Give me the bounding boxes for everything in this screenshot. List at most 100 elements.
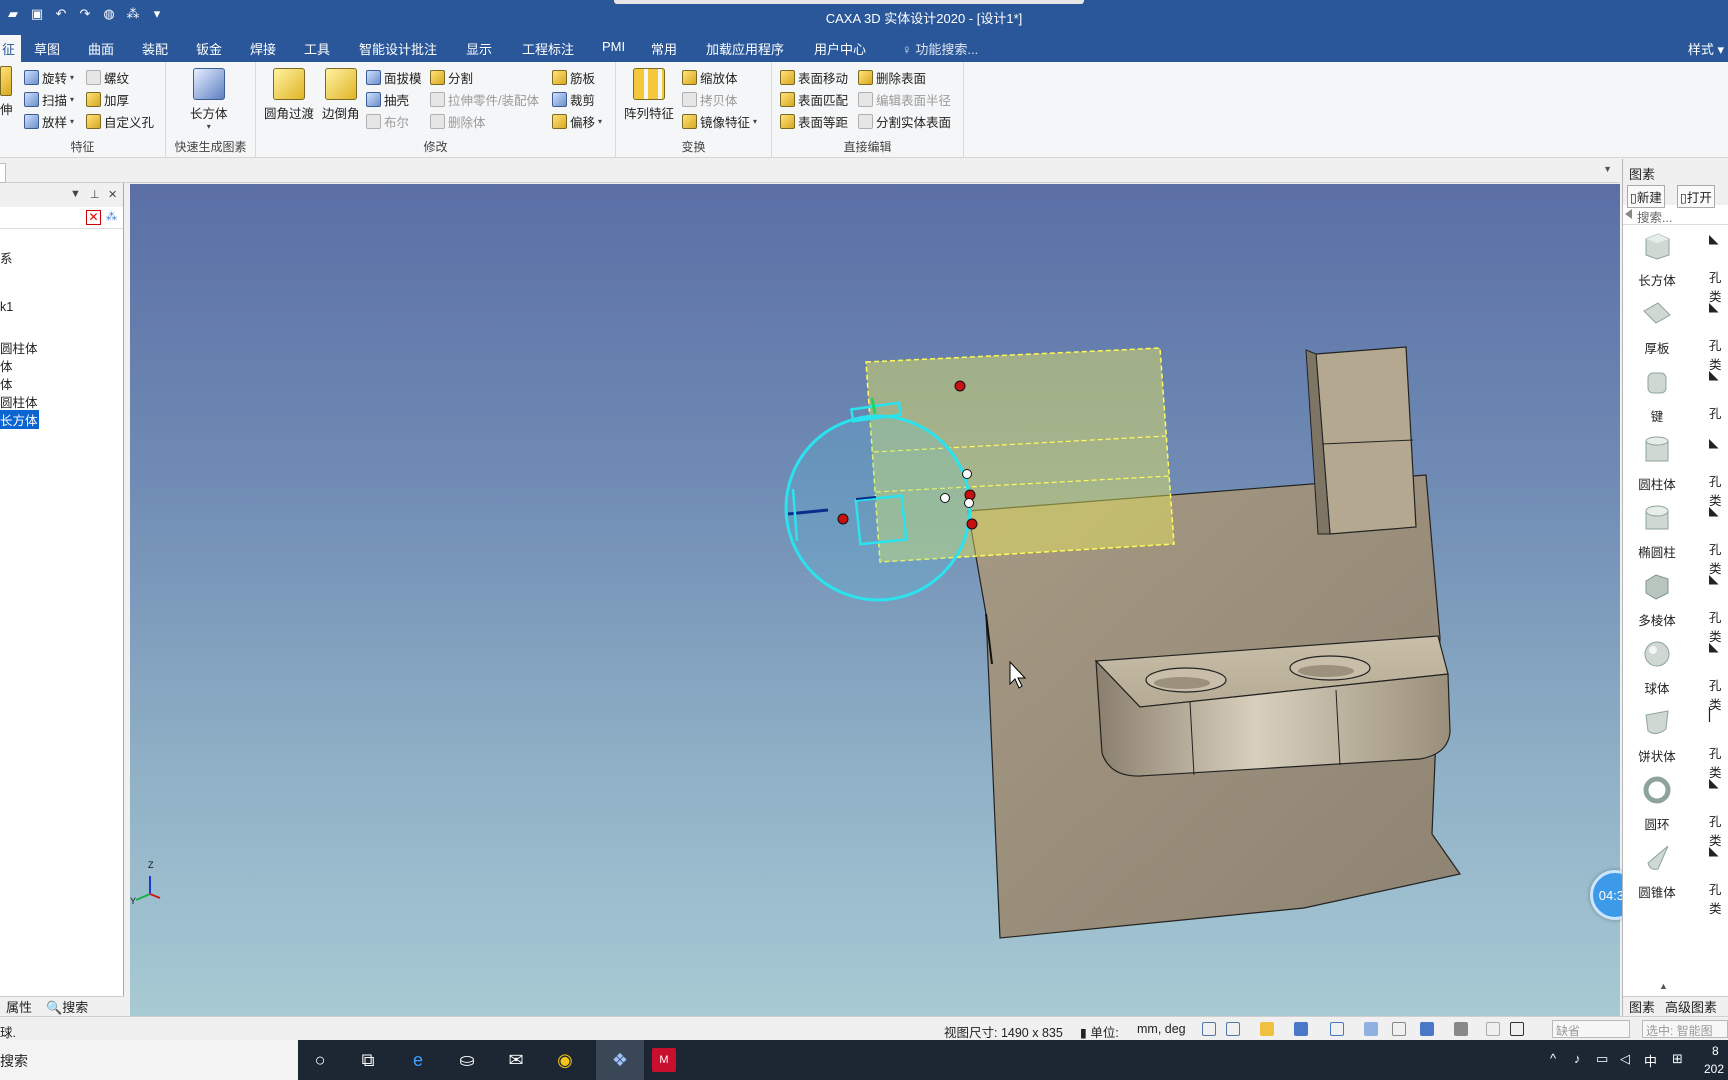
rib-button[interactable]: 筋板 (552, 68, 595, 87)
tab-weld[interactable]: 焊接 (250, 39, 276, 58)
tab-sheetmetal[interactable]: 钣金 (196, 39, 222, 58)
triball-point[interactable] (962, 469, 972, 479)
shape-prism[interactable]: 多棱体 (1629, 571, 1685, 629)
function-search[interactable]: ♀ 功能搜索... (902, 39, 978, 58)
triball-center[interactable] (940, 493, 950, 503)
hole-item[interactable]: ◣ 孔类 (1709, 503, 1728, 577)
tree-item[interactable]: k1 (0, 300, 13, 314)
triball-ring[interactable] (784, 414, 972, 602)
store-icon[interactable]: ⛀ (455, 1048, 479, 1072)
tab-tools[interactable]: 工具 (304, 39, 330, 58)
custom-hole-button[interactable]: 自定义孔 (86, 112, 154, 131)
unit-value[interactable]: mm, deg (1137, 1022, 1186, 1036)
thread-button[interactable]: 螺纹 (86, 68, 129, 87)
shape-key[interactable]: 键 (1629, 367, 1685, 425)
edit-radius-button[interactable]: 编辑表面半径 (858, 90, 951, 109)
elements-search[interactable]: 搜索... (1623, 205, 1728, 225)
zoom-window-icon[interactable] (1226, 1022, 1240, 1036)
triball-point[interactable] (954, 380, 966, 392)
tree-item[interactable]: 圆柱体 (0, 338, 38, 357)
thicken-button[interactable]: 加厚 (86, 90, 129, 109)
boolean-button[interactable]: 布尔 (366, 112, 409, 131)
shape-plate[interactable]: 厚板 (1629, 299, 1685, 357)
caxa-icon[interactable]: ❖ (608, 1048, 632, 1072)
mail-icon[interactable]: ✉ (504, 1048, 528, 1072)
pin-icon[interactable]: ⊥ (90, 188, 100, 201)
extrude-button[interactable]: 伸 (0, 66, 13, 118)
delete-face-button[interactable]: 删除表面 (858, 68, 926, 87)
draft-button[interactable]: 面拔模 (366, 68, 422, 87)
delete-body-button[interactable]: 删除体 (430, 112, 486, 131)
tab-pmi[interactable]: PMI (602, 39, 625, 54)
tab-common[interactable]: 常用 (651, 39, 677, 58)
tree-item-selected[interactable]: 长方体 (0, 410, 39, 429)
shape-box[interactable]: 长方体 (1629, 231, 1685, 289)
tree-item[interactable]: 体 (0, 356, 13, 375)
keyboard-icon[interactable]: ⊞ (1672, 1051, 1683, 1067)
tab-elements[interactable]: 图素 (1629, 997, 1655, 1016)
close-icon[interactable]: ✕ (108, 188, 117, 201)
delete-icon[interactable]: ✕ (86, 210, 101, 225)
shape-torus[interactable]: 圆环 (1629, 775, 1685, 833)
face-move-button[interactable]: 表面移动 (780, 68, 848, 87)
camera-icon[interactable] (1454, 1022, 1468, 1036)
tab-engineering-annotation[interactable]: 工程标注 (522, 39, 574, 58)
axis-icon[interactable] (1330, 1022, 1344, 1036)
filter-select[interactable]: 缺省 (1552, 1020, 1630, 1038)
face-match-button[interactable]: 表面匹配 (780, 90, 848, 109)
style-menu[interactable]: 样式 ▾ (1688, 39, 1728, 58)
hole-item[interactable]: ◣ 孔类 (1709, 639, 1728, 713)
mirror-button[interactable]: 镜像特征 ▾ (682, 112, 757, 131)
clock-date[interactable]: 202 (1704, 1062, 1724, 1076)
document-tab[interactable] (0, 163, 6, 183)
hole-item[interactable]: ◣ 孔类 (1709, 843, 1728, 917)
tab-feature[interactable]: 征 (0, 35, 22, 62)
cortana-icon[interactable]: ○ (308, 1048, 332, 1072)
hole-item[interactable]: ▏ 孔类 (1709, 707, 1728, 781)
tab-addins[interactable]: 加载应用程序 (706, 39, 784, 58)
back-arrow-icon[interactable] (1625, 209, 1632, 219)
chevron-down-icon[interactable]: ▼ (1603, 164, 1612, 174)
shape-elliptic-cylinder[interactable]: 椭圆柱 (1629, 503, 1685, 561)
smart-select[interactable]: 选中: 智能图 (1642, 1020, 1728, 1038)
loft-button[interactable]: 放样 ▾ (24, 112, 74, 131)
tab-smart-annotation[interactable]: 智能设计批注 (359, 39, 437, 58)
tray-expand-icon[interactable]: ^ (1550, 1051, 1556, 1066)
clock-time[interactable]: 8 (1712, 1044, 1719, 1058)
copy-body-button[interactable]: 拷贝体 (682, 90, 738, 109)
taskbar-search[interactable]: 搜索 (0, 1040, 298, 1080)
scroll-up-icon[interactable]: ▲ (1659, 981, 1668, 991)
tree-item[interactable]: 圆柱体 (0, 392, 38, 411)
shape-pie[interactable]: 饼状体 (1629, 707, 1685, 765)
task-view-icon[interactable]: ⧉ (356, 1048, 380, 1072)
edge-icon[interactable]: e (406, 1048, 430, 1072)
face-offset-button[interactable]: 表面等距 (780, 112, 848, 131)
rotate-button[interactable]: 旋转 ▾ (24, 68, 74, 87)
shape-cone[interactable]: 圆锥体 (1629, 843, 1685, 901)
offset-button[interactable]: 偏移 ▾ (552, 112, 602, 131)
chevron-down-icon[interactable]: ▼ (70, 188, 81, 200)
stretch-part-button[interactable]: 拉伸零件/装配体 (430, 90, 539, 109)
ime-indicator[interactable]: 中 (1644, 1051, 1657, 1070)
hole-item[interactable]: ◣ 孔类 (1709, 775, 1728, 849)
split-face-button[interactable]: 分割实体表面 (858, 112, 951, 131)
tree-item[interactable]: 体 (0, 374, 13, 393)
hole-item[interactable]: ◣ 孔类 (1709, 299, 1728, 373)
shape-sphere[interactable]: 球体 (1629, 639, 1685, 697)
hole-item[interactable]: ◣ 孔类 (1709, 231, 1728, 305)
split-button[interactable]: 分割 (430, 68, 473, 87)
tab-advanced-elements[interactable]: 高级图素 (1665, 997, 1717, 1016)
mic-icon[interactable]: ♪ (1574, 1051, 1581, 1066)
shape-cylinder[interactable]: 圆柱体 (1629, 435, 1685, 493)
display-icon[interactable] (1420, 1022, 1434, 1036)
box-button[interactable]: 长方体 ▾ (190, 68, 228, 131)
shell-button[interactable]: 抽壳 (366, 90, 409, 109)
tab-surface[interactable]: 曲面 (88, 39, 114, 58)
tree-item[interactable]: 系 (0, 248, 13, 267)
zoom-icon[interactable] (1202, 1022, 1216, 1036)
scale-button[interactable]: 缩放体 (682, 68, 738, 87)
trim-button[interactable]: 裁剪 (552, 90, 595, 109)
filter-icon[interactable]: ⁂ (106, 210, 117, 223)
tab-user-center[interactable]: 用户中心 (814, 39, 866, 58)
3d-viewport[interactable]: Z Y (130, 184, 1620, 1016)
